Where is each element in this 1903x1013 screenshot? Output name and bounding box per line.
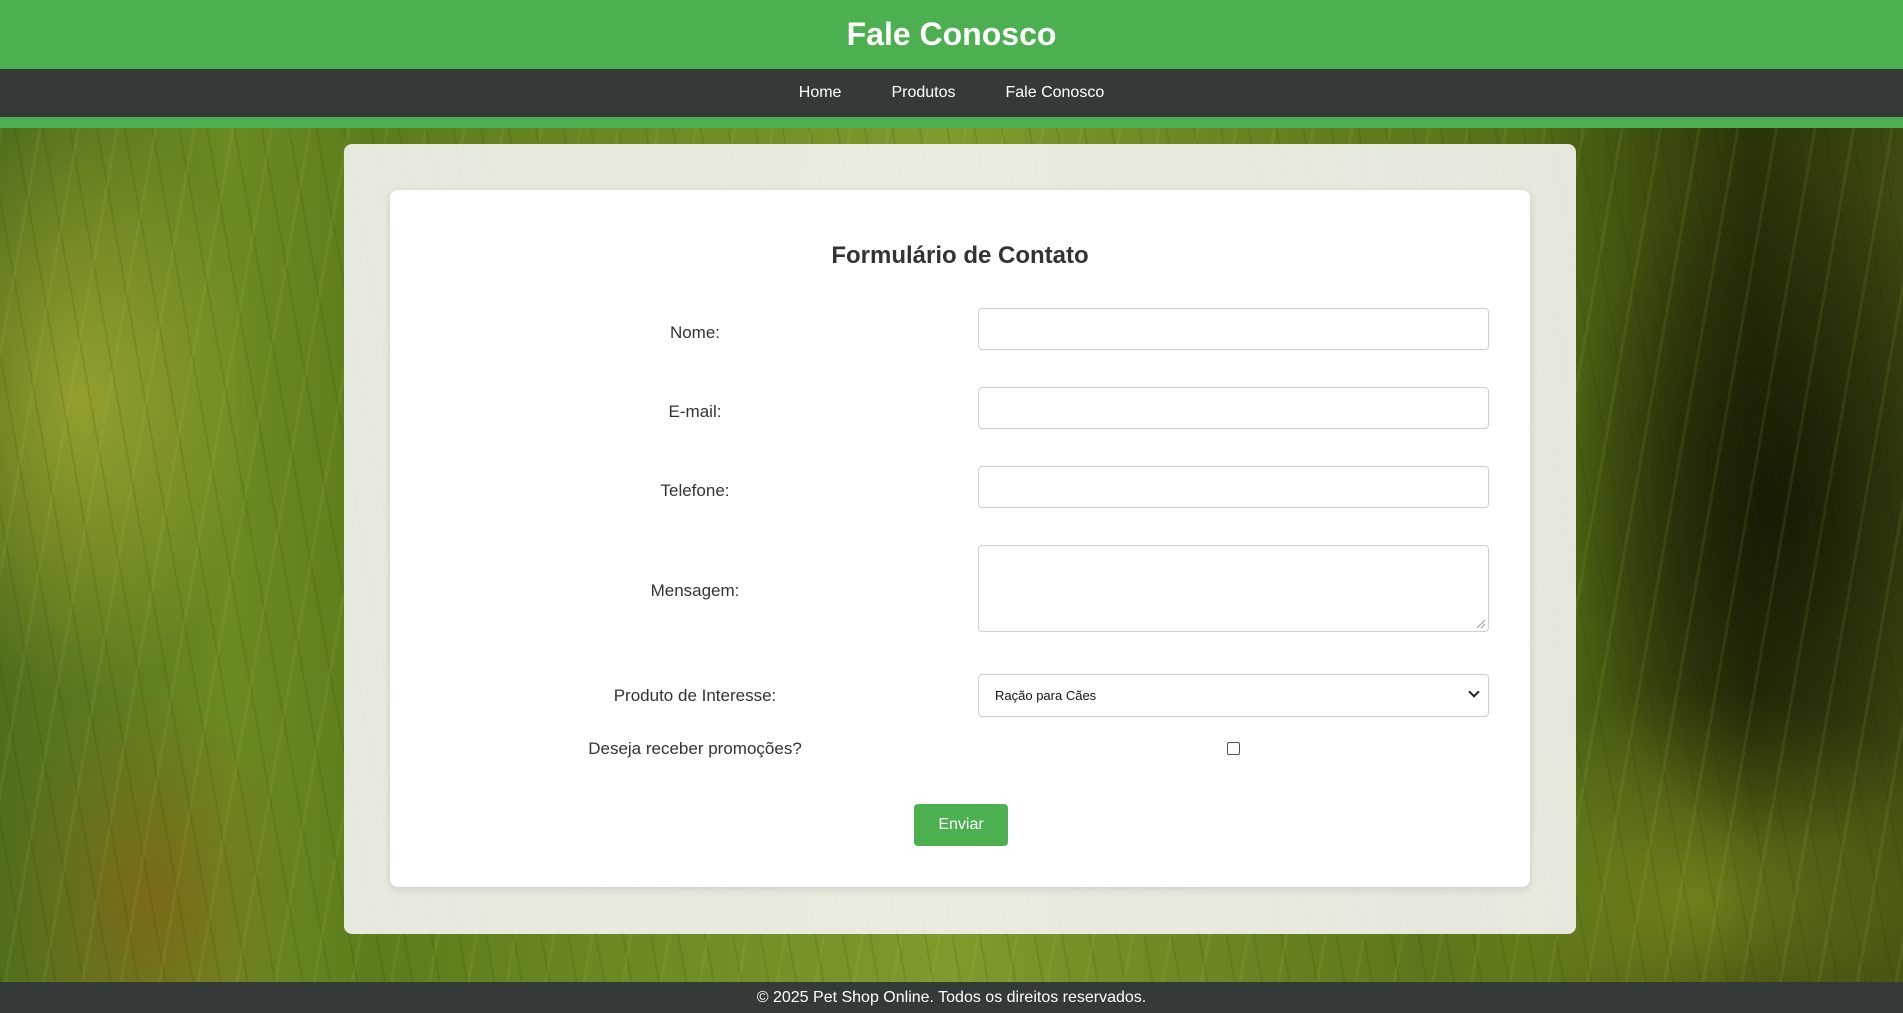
resize-handle-icon[interactable] xyxy=(1477,620,1485,628)
mensagem-textarea[interactable] xyxy=(978,545,1489,632)
header-divider xyxy=(0,117,1903,128)
footer-copyright: © 2025 Pet Shop Online. Todos os direito… xyxy=(756,988,1147,1006)
chevron-down-icon xyxy=(1468,686,1480,698)
nav-item-fale-conosco[interactable]: Fale Conosco xyxy=(1006,84,1105,102)
content-panel: Formulário de Contato Nome: E-mail: Tele… xyxy=(344,144,1576,934)
submit-button[interactable]: Enviar xyxy=(914,804,1008,846)
page-header: Fale Conosco xyxy=(0,0,1903,69)
nav-item-home[interactable]: Home xyxy=(799,84,842,102)
produto-select[interactable]: Ração para Cães xyxy=(978,674,1489,717)
telefone-label: Telefone: xyxy=(660,481,730,500)
form-title: Formulário de Contato xyxy=(831,242,1089,269)
contact-form: Formulário de Contato Nome: E-mail: Tele… xyxy=(390,190,1530,887)
nome-label: Nome: xyxy=(669,323,721,342)
produto-selected-value: Ração para Cães xyxy=(995,688,1097,703)
email-label: E-mail: xyxy=(668,402,722,421)
promocoes-checkbox[interactable] xyxy=(1227,742,1240,755)
telefone-input[interactable] xyxy=(978,466,1489,508)
nome-input[interactable] xyxy=(978,308,1489,350)
mensagem-label: Mensagem: xyxy=(650,581,740,600)
page-title: Fale Conosco xyxy=(846,16,1057,52)
produto-label: Produto de Interesse: xyxy=(613,686,777,705)
promocoes-label: Deseja receber promoções? xyxy=(588,739,802,758)
nav-item-produtos[interactable]: Produtos xyxy=(891,84,955,102)
page-footer: © 2025 Pet Shop Online. Todos os direito… xyxy=(0,982,1903,1013)
main-nav: Home Produtos Fale Conosco xyxy=(0,69,1903,117)
email-input[interactable] xyxy=(978,387,1489,429)
